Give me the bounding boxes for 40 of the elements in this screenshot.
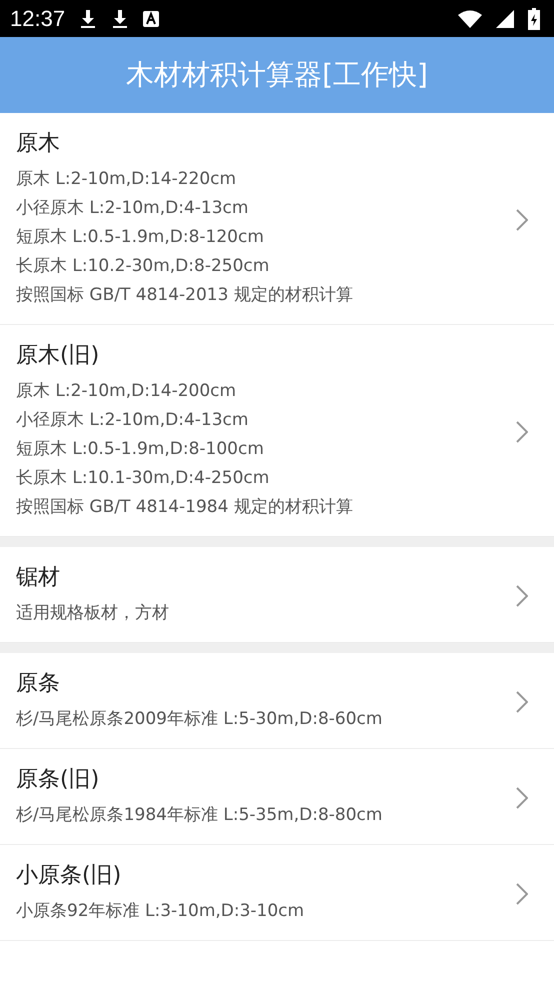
list-item[interactable]: 原木 原木 L:2-10m,D:14-220cm 小径原木 L:2-10m,D:4-13cm 短原木 L:0.5-1.9m,D:8-120cm 长原木 L:10.2-30m,D:8-250cm 按照国标 GB/T 4814-2013 规定的材积计算 [0,113,554,324]
list-item[interactable]: 锯材 适用规格板材，方材 [0,547,554,642]
list-item[interactable]: 原木(旧) 原木 L:2-10m,D:14-200cm 小径原木 L:2-10m,D:4-13cm 短原木 L:0.5-1.9m,D:8-100cm 长原木 L:10.1-30m,D:4-250cm 按照国标 GB/T 4814-1984 规定的材积计算 [0,325,554,536]
item-description: 杉/马尾松原条1984年标准 L:5-35m,D:8-80cm [16,804,384,827]
item-description: 小原条92年标准 L:3-10m,D:3-10cm [16,900,306,923]
item-description: 长原木 L:10.2-30m,D:8-250cm [16,255,270,278]
chevron-right-icon [516,690,528,712]
chevron-right-icon [516,786,528,808]
chevron-right-icon [516,420,528,442]
item-title: 锯材 [16,564,61,592]
item-description: 小径原木 L:2-10m,D:4-13cm [16,409,250,432]
item-title: 小原条(旧) [16,862,122,890]
item-description: 按照国标 GB/T 4814-2013 规定的材积计算 [16,284,354,307]
item-title: 原条 [16,670,61,698]
chevron-right-icon [516,584,528,606]
chevron-right-icon [516,208,528,230]
list-item[interactable]: 小原条(旧) 小原条92年标准 L:3-10m,D:3-10cm [0,845,554,940]
item-description: 短原木 L:0.5-1.9m,D:8-100cm [16,438,265,461]
item-description: 适用规格板材，方材 [16,602,170,625]
item-description: 小径原木 L:2-10m,D:4-13cm [16,197,250,220]
item-title: 原木(旧) [16,342,100,370]
item-description: 杉/马尾松原条2009年标准 L:5-30m,D:8-60cm [16,708,384,731]
item-title: 原条(旧) [16,766,100,794]
battery-icon [528,8,540,30]
item-description: 长原木 L:10.1-30m,D:4-250cm [16,467,270,490]
download-icon [111,8,130,28]
clock: 12:37 [10,6,66,32]
list-item[interactable]: 原条(旧) 杉/马尾松原条1984年标准 L:5-35m,D:8-80cm [0,749,554,844]
item-description: 短原木 L:0.5-1.9m,D:8-120cm [16,226,265,249]
signal-icon [496,10,514,28]
chevron-right-icon [516,882,528,904]
keyboard-icon [143,10,160,26]
item-description: 原木 L:2-10m,D:14-220cm [16,168,238,191]
list-item[interactable]: 原条 杉/马尾松原条2009年标准 L:5-30m,D:8-60cm [0,653,554,748]
download-icon [79,8,98,28]
app-title: 木材材积计算器[工作快] [126,57,428,93]
wifi-icon [458,10,482,28]
item-description: 原木 L:2-10m,D:14-200cm [16,380,238,403]
item-description: 按照国标 GB/T 4814-1984 规定的材积计算 [16,496,354,519]
item-title: 原木 [16,130,61,158]
